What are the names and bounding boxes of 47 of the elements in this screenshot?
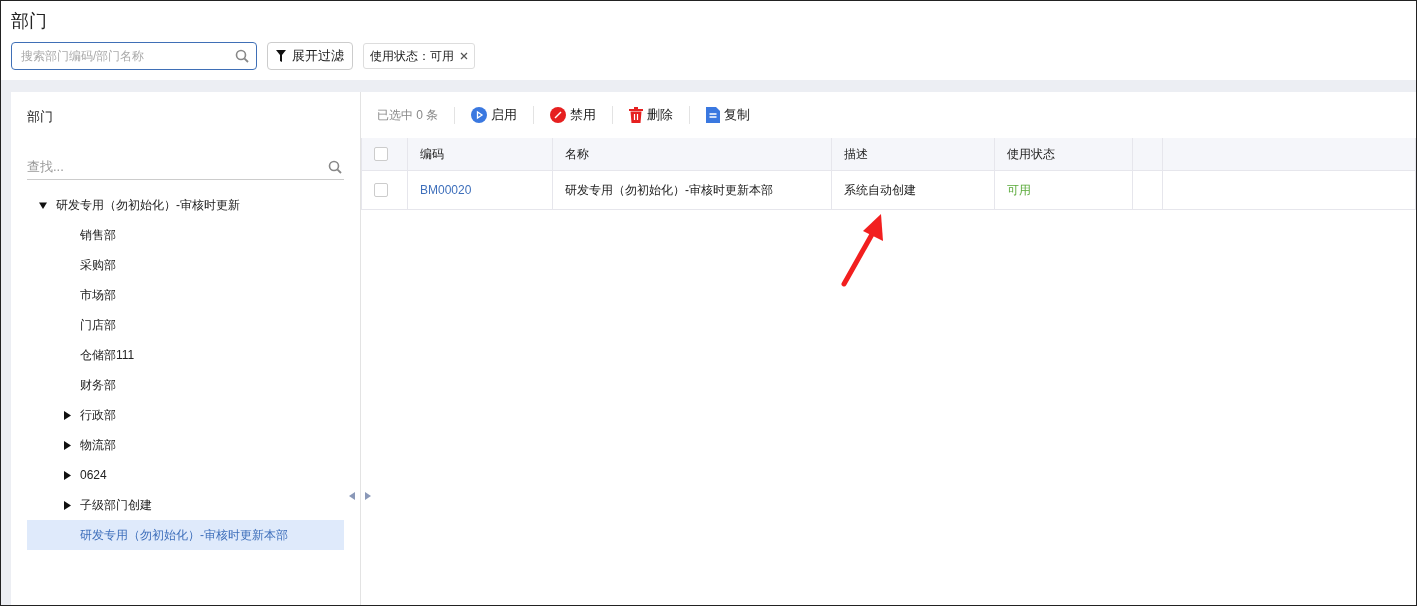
tree-item[interactable]: 行政部 [27, 400, 344, 430]
column-header[interactable]: 使用状态 [1007, 146, 1055, 161]
tree-item[interactable]: 财务部 [27, 370, 344, 400]
play-icon [471, 107, 488, 123]
column-header[interactable]: 编码 [420, 146, 444, 161]
splitter-arrows-icon[interactable] [349, 492, 371, 500]
expand-filter-button[interactable]: 展开过滤 [267, 42, 353, 70]
search-icon[interactable] [328, 160, 342, 174]
tree-item[interactable]: 物流部 [27, 430, 344, 460]
caret-icon[interactable] [63, 500, 71, 510]
page-title: 部门 [11, 10, 47, 33]
document-icon [706, 107, 721, 123]
tree-item[interactable]: 市场部 [27, 280, 344, 310]
tree-item[interactable]: 研发专用（勿初始化）-审核时更新本部 [27, 520, 344, 550]
close-icon[interactable] [460, 52, 468, 60]
trash-icon [629, 107, 644, 123]
caret-icon[interactable] [63, 410, 71, 420]
tree-item[interactable]: 采购部 [27, 250, 344, 280]
toolbar-button[interactable]: 禁用 [534, 106, 614, 124]
row-checkbox[interactable] [374, 183, 388, 197]
tree-search-field[interactable]: 查找... [27, 154, 344, 180]
tree-item[interactable]: 门店部 [27, 310, 344, 340]
search-field[interactable]: 搜索部门编码/部门名称 [11, 42, 257, 70]
toolbar-button[interactable]: 删除 [613, 106, 691, 124]
filter-icon [276, 50, 286, 62]
filter-tag: 使用状态：可用 [363, 43, 475, 69]
toolbar-button[interactable]: 启用 [455, 106, 535, 124]
table-cell: 系统自动创建 [844, 182, 916, 197]
search-icon[interactable] [235, 49, 249, 63]
select-all-checkbox[interactable] [374, 147, 388, 161]
toolbar-button[interactable]: 复制 [690, 106, 767, 124]
caret-icon[interactable] [63, 440, 71, 450]
forbidden-icon [550, 107, 567, 123]
selection-count: 已选中 0 条 [377, 106, 456, 124]
column-header[interactable]: 名称 [565, 146, 589, 161]
tree-item[interactable]: 0624 [27, 460, 344, 490]
column-header[interactable]: 描述 [844, 146, 868, 161]
tree-item[interactable]: 销售部 [27, 220, 344, 250]
table-cell: 研发专用（勿初始化）-审核时更新本部 [565, 182, 773, 197]
status-text: 可用 [1007, 182, 1031, 197]
tree-item[interactable]: 研发专用（勿初始化）-审核时更新 [27, 190, 344, 220]
code-link[interactable]: BM00020 [420, 183, 472, 197]
panel-title: 部门 [27, 108, 53, 126]
tree-item[interactable]: 子级部门创建 [27, 490, 344, 520]
caret-icon[interactable] [63, 470, 71, 480]
tree-item[interactable]: 仓储部111 [27, 340, 344, 370]
caret-icon[interactable] [39, 200, 47, 210]
